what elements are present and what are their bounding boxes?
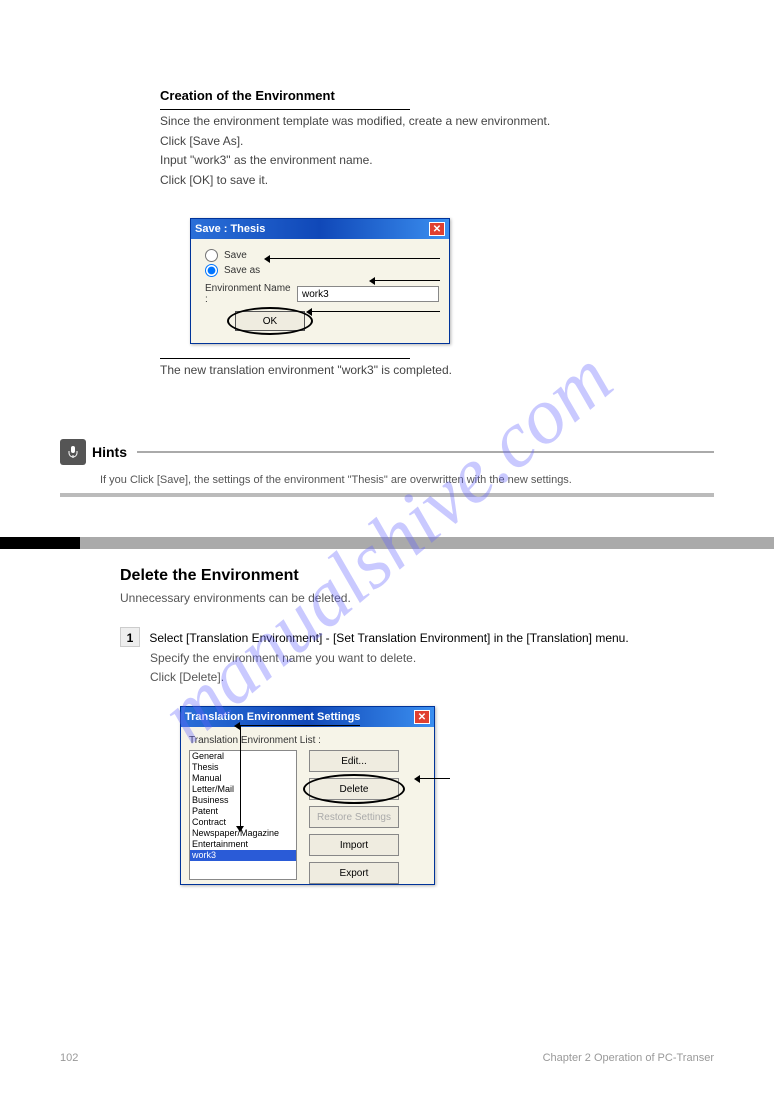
dialog-title: Save : Thesis	[195, 223, 265, 235]
hints-body: If you Click [Save], the settings of the…	[100, 473, 674, 487]
list-item[interactable]: Patent	[190, 806, 296, 817]
callout-arrow-delete	[420, 778, 450, 779]
section-divider	[0, 537, 774, 549]
list-item[interactable]: Business	[190, 795, 296, 806]
list-item-selected[interactable]: work3	[190, 850, 296, 861]
callout-arrow-list-v	[240, 725, 241, 830]
hints-icon	[60, 439, 86, 465]
env-listbox[interactable]: General Thesis Manual Letter/Mail Busine…	[189, 750, 297, 880]
close-icon[interactable]: ✕	[429, 222, 445, 236]
export-button[interactable]: Export	[309, 862, 399, 884]
radio-saveas[interactable]	[205, 264, 218, 277]
env-settings-dialog: Translation Environment Settings ✕ Trans…	[180, 706, 435, 885]
env-name-label: Environment Name :	[205, 283, 291, 305]
radio-save-row[interactable]: Save	[205, 249, 439, 262]
radio-saveas-row[interactable]: Save as	[205, 264, 439, 277]
hints-label: Hints	[92, 444, 127, 460]
import-button[interactable]: Import	[309, 834, 399, 856]
section-title-2: Delete the Environment	[120, 567, 714, 585]
hints-bar: Hints	[60, 439, 714, 465]
list-item[interactable]: Letter/Mail	[190, 784, 296, 795]
list-item[interactable]: Entertainment	[190, 839, 296, 850]
dialog2-titlebar: Translation Environment Settings ✕	[181, 707, 434, 727]
step-3-text: Click [Delete].	[150, 670, 714, 686]
delete-button[interactable]: Delete	[309, 778, 399, 800]
list-item[interactable]: Thesis	[190, 762, 296, 773]
para-delete: Unnecessary environments can be deleted.	[120, 591, 714, 607]
edit-button[interactable]: Edit...	[309, 750, 399, 772]
page-number: 102	[60, 1052, 78, 1064]
list-item[interactable]: Manual	[190, 773, 296, 784]
radio-saveas-label: Save as	[224, 265, 260, 276]
dialog-titlebar: Save : Thesis ✕	[191, 219, 449, 239]
step-1-text: Select [Translation Environment] - [Set …	[149, 631, 628, 645]
callout-arrow-list-head	[236, 826, 244, 832]
step-2-text: Specify the environment name you want to…	[150, 651, 714, 667]
hints-end-line	[60, 493, 714, 497]
dialog2-title: Translation Environment Settings	[185, 711, 360, 723]
body-text-5: The new translation environment "work3" …	[160, 363, 714, 379]
restore-button[interactable]: Restore Settings	[309, 806, 399, 828]
callout-arrow-ok	[312, 311, 440, 312]
save-dialog: Save : Thesis ✕ Save Save as Environment…	[190, 218, 450, 344]
callout-arrow-list-h	[240, 725, 360, 726]
close-icon-2[interactable]: ✕	[414, 710, 430, 724]
radio-save-label: Save	[224, 250, 247, 261]
step-1: 1 Select [Translation Environment] - [Se…	[120, 627, 714, 647]
ok-button[interactable]: OK	[235, 311, 305, 331]
rule	[160, 109, 410, 110]
section-title-1: Creation of the Environment	[160, 88, 714, 103]
hints-line	[137, 451, 714, 453]
body-text-4: Click [OK] to save it.	[160, 173, 714, 189]
body-text-1: Since the environment template was modif…	[160, 114, 714, 130]
page-footer: 102 Chapter 2 Operation of PC-Transer	[60, 1052, 714, 1064]
body-text-2: Click [Save As].	[160, 134, 714, 150]
chapter-label: Chapter 2 Operation of PC-Transer	[543, 1052, 714, 1064]
list-item[interactable]: General	[190, 751, 296, 762]
rule-2	[160, 358, 410, 359]
body-text-3: Input "work3" as the environment name.	[160, 153, 714, 169]
env-name-input[interactable]	[297, 286, 439, 302]
radio-save[interactable]	[205, 249, 218, 262]
callout-arrow-saveas	[270, 258, 440, 259]
env-list-label: Translation Environment List :	[189, 735, 426, 746]
callout-arrow-name	[375, 280, 440, 281]
step-1-num: 1	[120, 627, 140, 647]
